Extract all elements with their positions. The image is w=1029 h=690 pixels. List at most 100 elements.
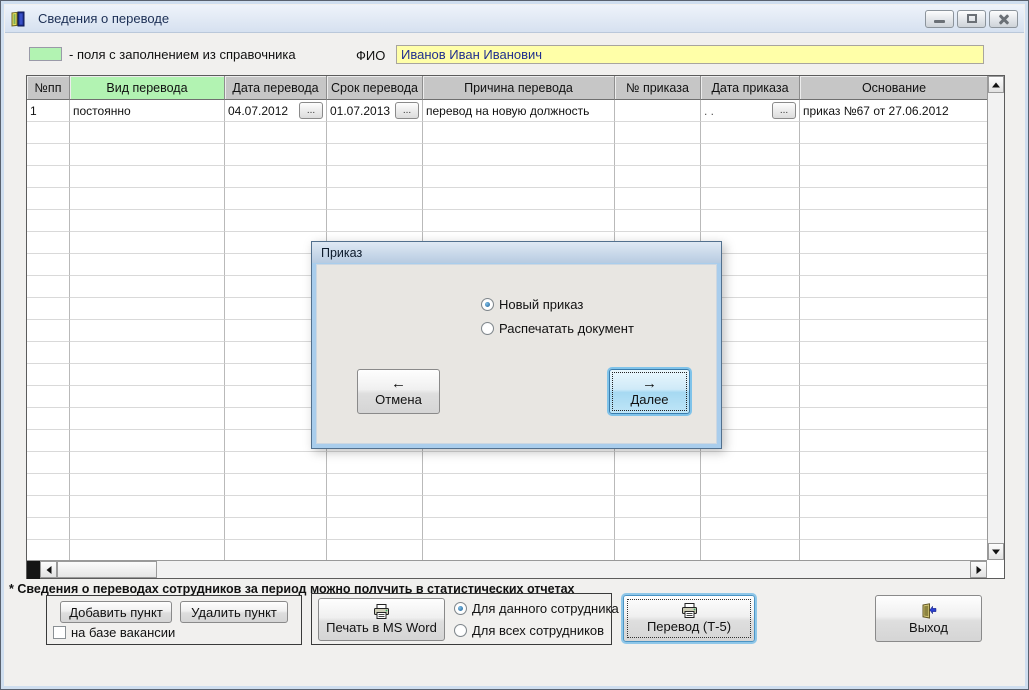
table-cell	[615, 540, 701, 560]
table-cell	[423, 122, 615, 144]
table-cell	[800, 210, 987, 232]
table-cell	[27, 430, 70, 452]
scroll-left-icon[interactable]	[40, 561, 57, 578]
table-cell	[70, 408, 225, 430]
table-cell	[70, 254, 225, 276]
order-dialog-body: Новый приказ Распечатать документ ← Отме…	[316, 264, 717, 444]
next-button[interactable]: → Далее	[609, 369, 690, 414]
table-cell	[800, 320, 987, 342]
table-row	[27, 188, 987, 210]
date-picker-button[interactable]: ...	[299, 102, 323, 119]
table-header: №ппВид переводаДата переводаСрок перевод…	[27, 76, 1004, 100]
delete-item-button[interactable]: Удалить пункт	[180, 601, 288, 623]
column-header: Основание	[800, 76, 989, 100]
scroll-up-icon[interactable]	[988, 76, 1004, 93]
fio-input[interactable]	[396, 45, 984, 64]
radio-new-order[interactable]	[481, 298, 494, 311]
column-header: №пп	[27, 76, 70, 100]
table-cell	[800, 276, 987, 298]
table-cell[interactable]: постоянно	[70, 100, 225, 122]
column-header: Дата перевода	[225, 76, 327, 100]
exit-label: Выход	[909, 620, 948, 635]
vacancy-checkbox[interactable]	[53, 626, 66, 639]
table-cell	[27, 166, 70, 188]
table-cell[interactable]: приказ №67 от 27.06.2012	[800, 100, 987, 122]
table-cell	[225, 210, 327, 232]
radio-print-document[interactable]	[481, 322, 494, 335]
cancel-button[interactable]: ← Отмена	[357, 369, 440, 414]
print-word-button[interactable]: Печать в MS Word	[318, 598, 445, 641]
table-row	[27, 122, 987, 144]
table-cell[interactable]: 1	[27, 100, 70, 122]
vertical-scrollbar[interactable]	[987, 76, 1004, 560]
horizontal-scroll-thumb[interactable]	[57, 561, 157, 578]
table-cell[interactable]: 01.07.2013...	[327, 100, 423, 122]
scroll-down-icon[interactable]	[988, 543, 1004, 560]
cell-text: 01.07.2013	[330, 104, 390, 118]
table-cell	[327, 540, 423, 560]
table-cell	[225, 540, 327, 560]
table-cell	[800, 232, 987, 254]
table-cell	[800, 298, 987, 320]
table-cell	[70, 188, 225, 210]
table-cell	[615, 518, 701, 540]
table-cell[interactable]: . ....	[701, 100, 800, 122]
table-cell	[615, 188, 701, 210]
table-cell	[423, 210, 615, 232]
radio-all-employees[interactable]	[454, 624, 467, 637]
table-row	[27, 518, 987, 540]
table-cell	[800, 540, 987, 560]
table-cell	[70, 430, 225, 452]
date-picker-button[interactable]: ...	[395, 102, 419, 119]
table-cell[interactable]: перевод на новую должность	[423, 100, 615, 122]
column-header: Вид перевода	[70, 76, 225, 100]
order-dialog-titlebar: Приказ	[312, 242, 721, 263]
table-cell	[327, 518, 423, 540]
table-cell	[701, 166, 800, 188]
edit-panel: Добавить пункт Удалить пункт на базе вак…	[46, 595, 302, 645]
exit-door-icon	[920, 603, 937, 619]
transfer-t5-button[interactable]: Перевод (Т-5)	[623, 595, 755, 642]
table-cell	[800, 496, 987, 518]
table-cell	[615, 166, 701, 188]
table-cell[interactable]: 04.07.2012...	[225, 100, 327, 122]
close-icon[interactable]	[989, 10, 1018, 28]
add-item-button[interactable]: Добавить пункт	[60, 601, 172, 623]
minimize-icon[interactable]	[925, 10, 954, 28]
table-cell	[225, 474, 327, 496]
table-cell	[70, 276, 225, 298]
cell-text: 1	[30, 104, 37, 118]
table-cell[interactable]	[615, 100, 701, 122]
scroll-right-icon[interactable]	[970, 561, 987, 578]
table-cell	[27, 144, 70, 166]
table-cell	[701, 518, 800, 540]
table-cell	[615, 210, 701, 232]
table-cell	[70, 364, 225, 386]
table-cell	[423, 144, 615, 166]
exit-button[interactable]: Выход	[875, 595, 982, 642]
radio-this-employee[interactable]	[454, 602, 467, 615]
order-dialog-title: Приказ	[321, 246, 362, 260]
maximize-icon[interactable]	[957, 10, 986, 28]
table-cell	[800, 342, 987, 364]
table-cell	[27, 122, 70, 144]
printer-icon	[681, 603, 698, 618]
radio-this-employee-label: Для данного сотрудника	[472, 601, 619, 616]
table-cell	[800, 452, 987, 474]
table-cell	[615, 122, 701, 144]
table-cell	[701, 188, 800, 210]
table-row	[27, 452, 987, 474]
table-cell	[70, 210, 225, 232]
column-header: Причина перевода	[423, 76, 615, 100]
horizontal-scrollbar[interactable]	[27, 560, 987, 578]
table-cell	[225, 452, 327, 474]
table-cell	[27, 276, 70, 298]
table-cell	[70, 452, 225, 474]
table-cell	[615, 474, 701, 496]
date-picker-button[interactable]: ...	[772, 102, 796, 119]
cell-text: приказ №67 от 27.06.2012	[803, 104, 949, 118]
transfer-t5-label: Перевод (Т-5)	[647, 619, 731, 634]
table-cell	[423, 166, 615, 188]
table-cell	[27, 386, 70, 408]
cell-text: перевод на новую должность	[426, 104, 589, 118]
